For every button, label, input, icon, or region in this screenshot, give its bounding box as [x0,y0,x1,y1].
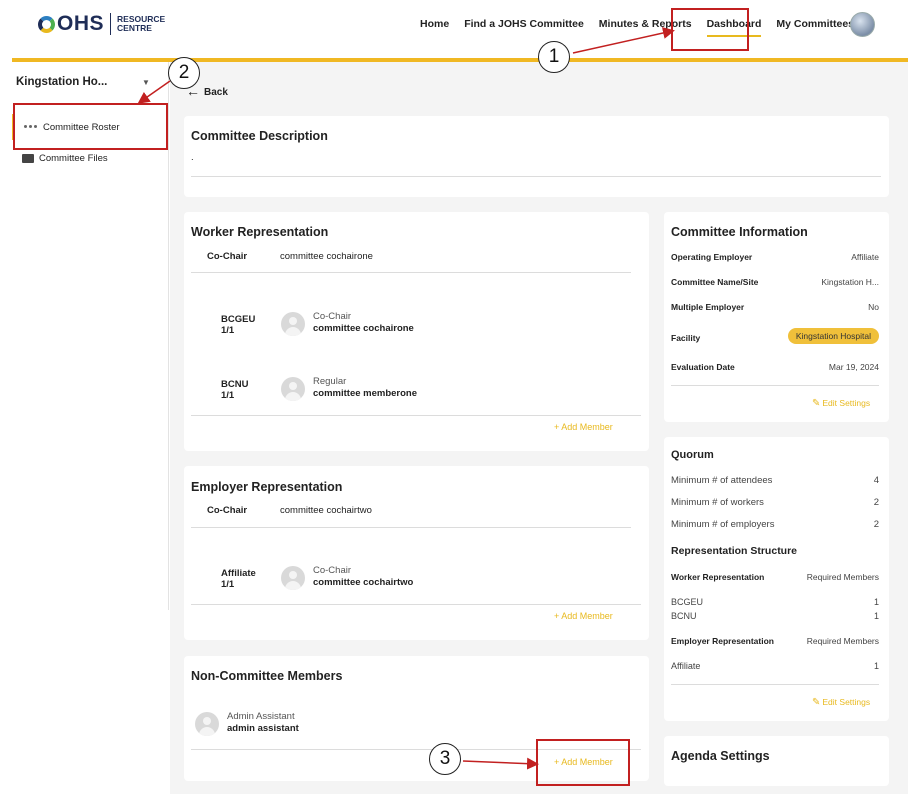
caret-down-icon[interactable]: ▼ [142,78,150,87]
edit-settings-label: Edit Settings [822,697,871,707]
quorum-row: Minimum # of attendees 4 [671,475,879,486]
agenda-title: Agenda Settings [671,749,770,763]
logo-sub-line2: CENTRE [117,23,152,33]
logo-ring-icon [38,15,55,33]
divider [191,176,881,177]
employer-cochair-label: Co-Chair [207,505,248,516]
member-avatar-icon [281,377,305,401]
callout-1: 1 [538,41,570,73]
member-role: Admin Assistant [227,711,295,722]
nav-home[interactable]: Home [420,18,449,37]
site-select[interactable]: Kingstation Ho... [16,76,107,88]
divider [191,527,631,528]
employer-title: Employer Representation [191,480,343,494]
edit-settings-label: Edit Settings [822,398,871,408]
logo-text: OHS [57,12,105,35]
logo[interactable]: OHS RESOURCE CENTRE [38,12,165,36]
main-nav: Home Find a JOHS Committee Minutes & Rep… [420,18,869,37]
logo-divider [110,13,112,35]
structure-row: BCGEU 1 [671,597,879,607]
description-title: Committee Description [191,129,328,143]
non-committee-title: Non-Committee Members [191,669,343,683]
structure-row: Affiliate 1 [671,661,879,671]
employer-add-member-button[interactable]: + Add Member [554,611,613,621]
worker-title: Worker Representation [191,225,329,239]
folder-icon [22,153,34,163]
edit-settings-button[interactable]: ✎ Edit Settings [812,398,870,409]
member-avatar-icon [281,312,305,336]
worker-add-member-button[interactable]: + Add Member [554,422,613,432]
sidebar-item-label: Committee Files [39,152,108,164]
member-name[interactable]: admin assistant [227,723,299,734]
quorum-row: Minimum # of workers 2 [671,497,879,508]
annotation-box-roster [13,103,168,150]
quorum-title: Quorum [671,449,714,461]
employer-cochair-name: committee cochairtwo [280,505,372,516]
top-header: OHS RESOURCE CENTRE Home Find a JOHS Com… [0,0,908,58]
annotation-box-dashboard [671,8,749,51]
structure-row: BCNU 1 [671,611,879,621]
committee-info-title: Committee Information [671,225,808,239]
user-avatar[interactable] [850,12,875,37]
callout-2: 2 [168,57,200,89]
pencil-icon: ✎ [812,398,821,409]
callout-3: 3 [429,743,461,775]
pencil-icon: ✎ [812,697,821,708]
worker-cochair-label: Co-Chair [207,251,248,262]
back-label: Back [204,87,228,98]
quorum-row: Minimum # of employers 2 [671,519,879,530]
representation-structure-title: Representation Structure [671,545,798,557]
member-name[interactable]: committee cochairone [313,323,414,334]
committee-info-card [664,212,889,422]
member-avatar-icon [281,566,305,590]
union-label: BCNU 1/1 [221,379,249,401]
member-role: Regular [313,376,347,387]
edit-settings-button[interactable]: ✎ Edit Settings [812,697,870,708]
facility-badge: Kingstation Hospital [787,328,879,344]
union-label: Affiliate 1/1 [221,568,256,590]
union-label: BCGEU 1/1 [221,314,256,336]
member-name[interactable]: committee memberone [313,388,417,399]
member-name[interactable]: committee cochairtwo [313,577,413,588]
nav-my-committees[interactable]: My Committees [776,18,854,37]
divider [191,272,631,273]
nav-find-committee[interactable]: Find a JOHS Committee [464,18,584,37]
divider [671,385,879,386]
divider [191,604,641,605]
member-role: Co-Chair [313,311,352,322]
divider [191,415,641,416]
member-role: Co-Chair [313,565,352,576]
member-avatar-icon [195,712,219,736]
annotation-box-add-member [536,739,630,786]
divider [671,684,879,685]
worker-cochair-name: committee cochairone [280,251,373,262]
description-text: . [191,152,194,163]
